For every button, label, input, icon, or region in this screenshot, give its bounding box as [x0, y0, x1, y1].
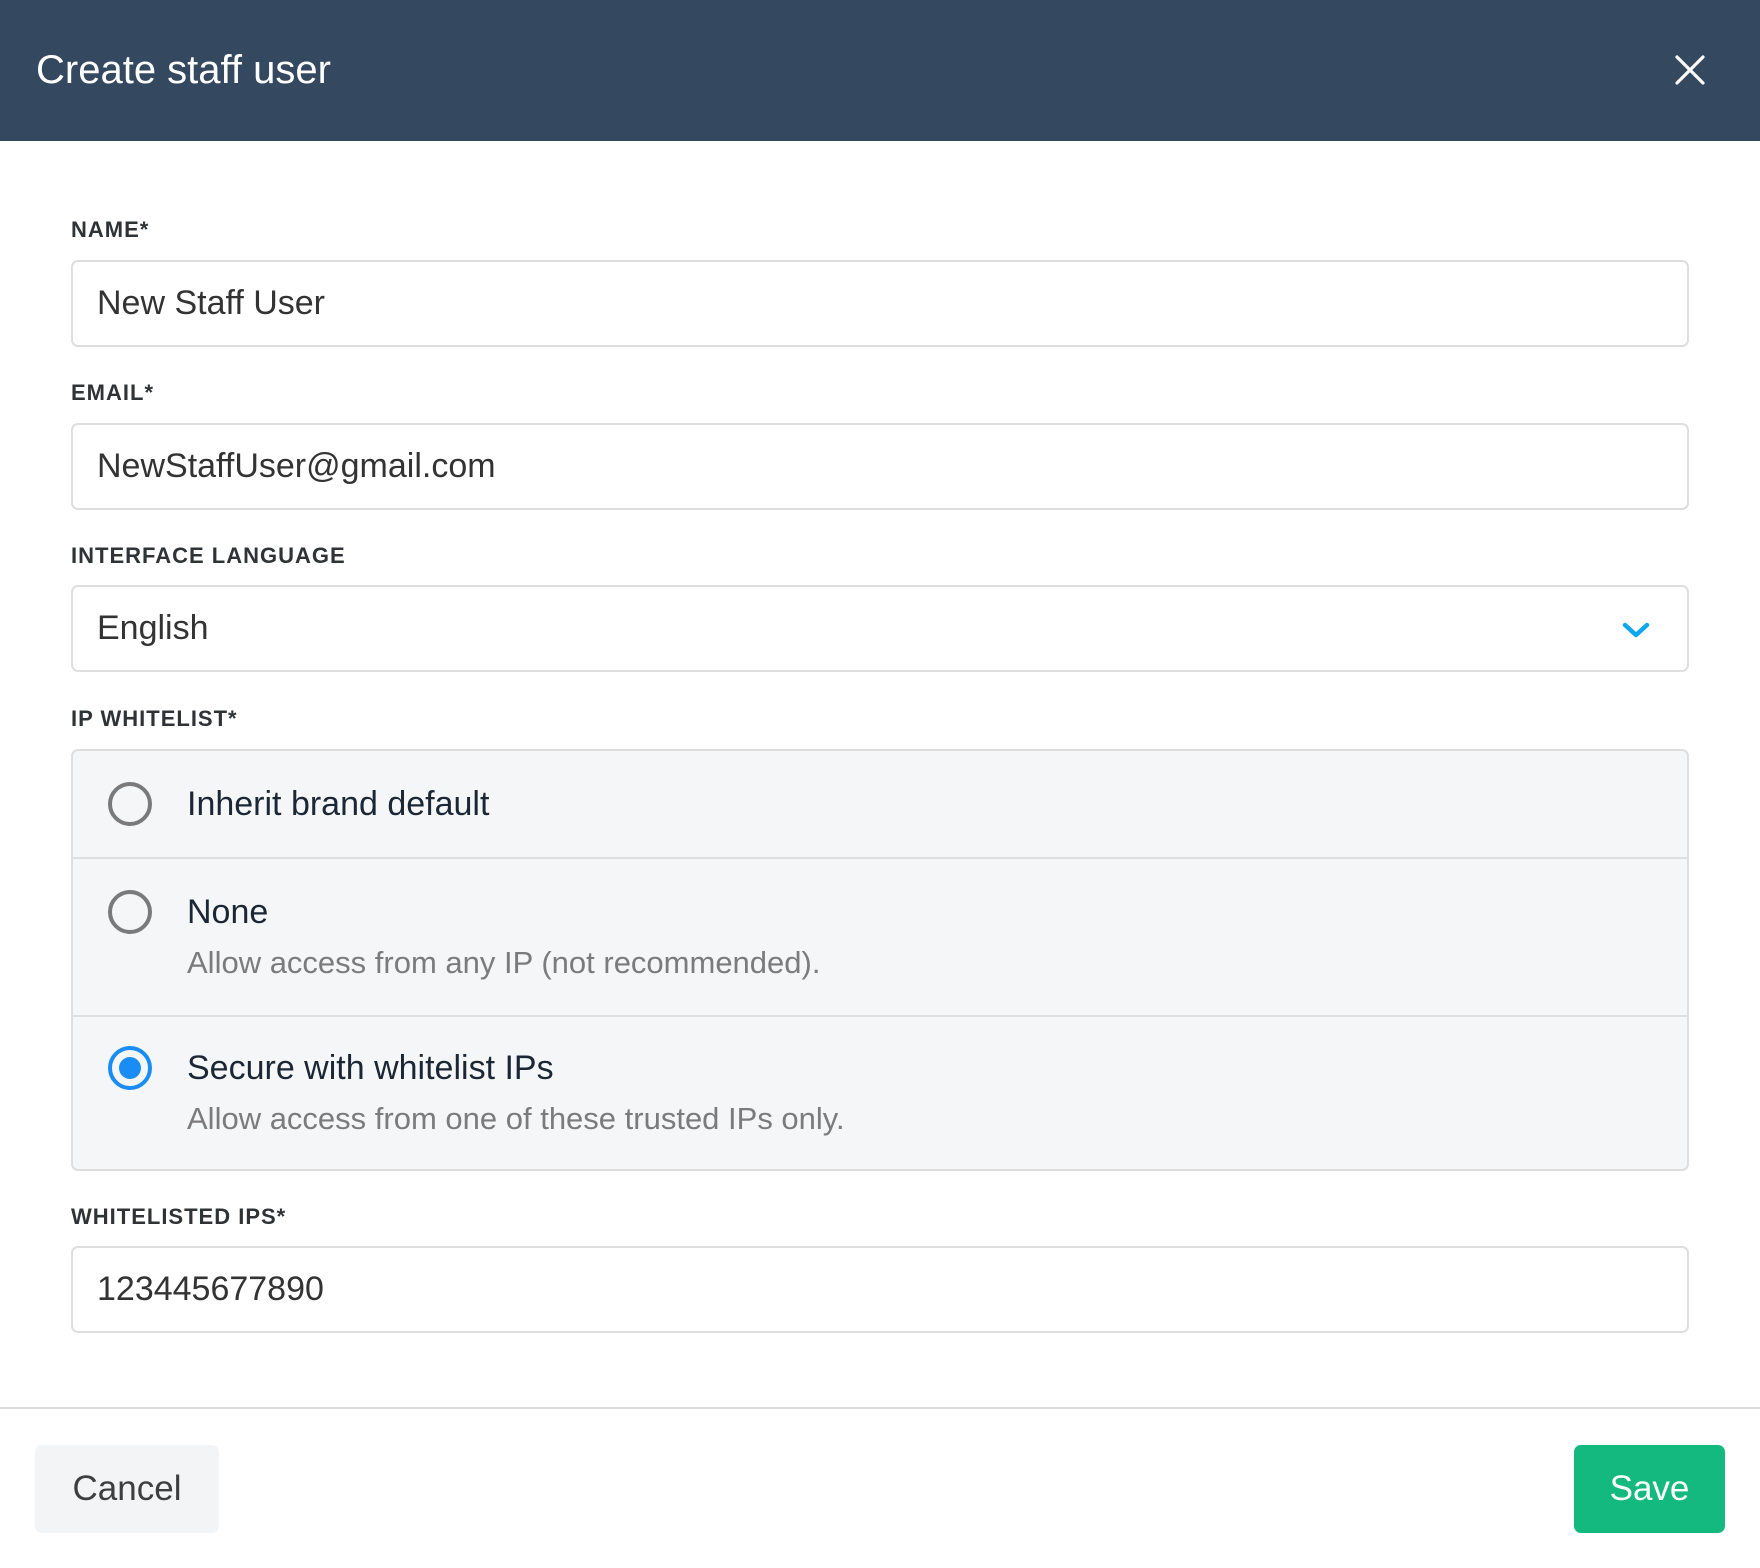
radio-option-description: Allow access from any IP (not recommende…: [187, 945, 821, 980]
ip-whitelist-label: IP WHITELIST*: [71, 706, 238, 731]
whitelisted-ips-input[interactable]: [71, 1246, 1689, 1333]
radio-button-unchecked[interactable]: [108, 782, 152, 826]
interface-language-value: English: [97, 609, 209, 647]
radio-button-checked[interactable]: [108, 1046, 152, 1090]
close-icon: [1675, 55, 1705, 85]
modal-header: Create staff user: [0, 0, 1760, 141]
chevron-down-icon: [1621, 615, 1651, 645]
footer-divider: [0, 1407, 1760, 1409]
radio-option-none[interactable]: None Allow access from any IP (not recom…: [73, 857, 1687, 1015]
email-label: EMAIL*: [71, 380, 154, 405]
whitelisted-ips-label: WHITELISTED IPS*: [71, 1204, 287, 1229]
ip-whitelist-radio-group: Inherit brand default None Allow access …: [71, 749, 1689, 1171]
email-input[interactable]: [71, 423, 1689, 510]
create-staff-user-modal: Create staff user NAME* EMAIL* INTERFACE…: [0, 0, 1760, 1568]
radio-option-description: Allow access from one of these trusted I…: [187, 1101, 845, 1136]
name-label: NAME*: [71, 217, 150, 242]
interface-language-label: INTERFACE LANGUAGE: [71, 543, 346, 568]
save-button[interactable]: Save: [1574, 1445, 1725, 1533]
radio-button-unchecked[interactable]: [108, 890, 152, 934]
radio-option-title: Secure with whitelist IPs: [187, 1049, 554, 1087]
interface-language-select[interactable]: English: [71, 585, 1689, 672]
name-input[interactable]: [71, 260, 1689, 347]
radio-option-inherit-brand-default[interactable]: Inherit brand default: [73, 751, 1687, 857]
radio-option-title: None: [187, 893, 269, 931]
close-button[interactable]: [1672, 52, 1708, 88]
modal-title: Create staff user: [36, 48, 331, 92]
radio-option-secure-with-whitelist-ips[interactable]: Secure with whitelist IPs Allow access f…: [73, 1015, 1687, 1169]
radio-option-title: Inherit brand default: [187, 785, 490, 823]
cancel-button[interactable]: Cancel: [35, 1445, 219, 1533]
